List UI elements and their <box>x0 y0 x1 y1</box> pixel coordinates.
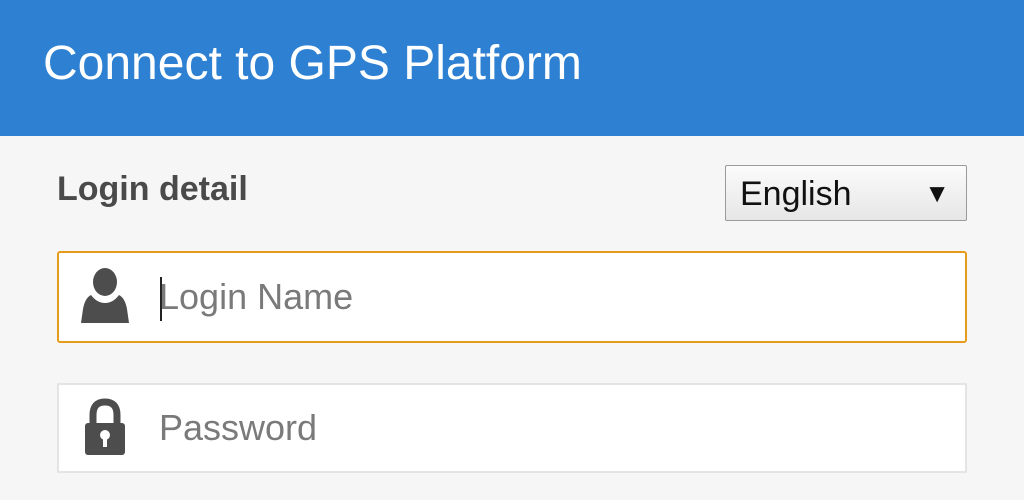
password-input[interactable] <box>159 385 949 471</box>
app-header: Connect to GPS Platform <box>0 0 1024 136</box>
login-form: Login detail English ▼ <box>0 136 1024 500</box>
lock-icon <box>77 397 133 459</box>
language-select[interactable]: English ▼ <box>725 165 967 221</box>
section-title: Login detail <box>57 170 248 208</box>
page-title: Connect to GPS Platform <box>43 37 582 90</box>
password-field[interactable] <box>57 383 967 473</box>
dropdown-arrow-icon: ▼ <box>924 178 950 208</box>
login-name-input[interactable] <box>159 253 949 341</box>
language-selected-value: English <box>740 175 852 213</box>
user-icon <box>77 265 133 327</box>
login-name-field[interactable] <box>57 251 967 343</box>
